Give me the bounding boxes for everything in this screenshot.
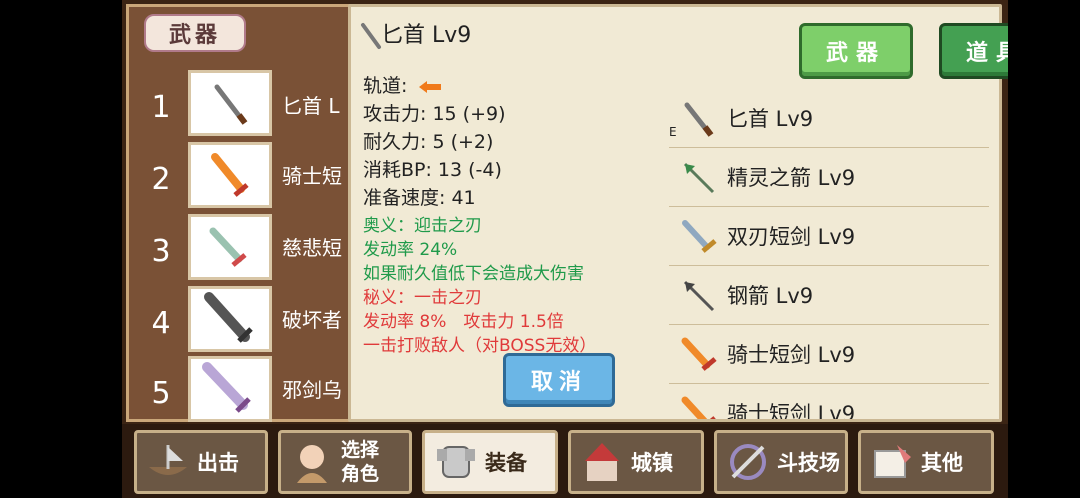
slot-number-5: 5 xyxy=(151,376,171,411)
dagger-icon xyxy=(214,84,248,125)
weapon-slot-4[interactable] xyxy=(188,286,272,352)
nav-select-line2: 角色 xyxy=(341,463,380,485)
nav-arena-button[interactable]: 斗技场 xyxy=(714,430,848,494)
weapon-list: E 匕首 Lv9 精灵之箭 Lv9 双刃短剑 Lv9 钢箭 Lv9 骑士短剑 L… xyxy=(669,89,989,419)
evil-sword-icon xyxy=(202,362,251,413)
weapon-slot-1[interactable] xyxy=(188,70,272,136)
item-label: 骑士短剑 Lv9 xyxy=(727,402,856,419)
list-item[interactable]: 精灵之箭 Lv9 xyxy=(669,148,989,207)
slot-number-4: 4 xyxy=(151,306,171,341)
character-icon xyxy=(297,445,327,483)
bp-cost-stat: 消耗BP: 13 (-4) xyxy=(363,159,502,181)
list-item[interactable]: E 匕首 Lv9 xyxy=(669,89,989,148)
item-label: 精灵之箭 Lv9 xyxy=(727,166,856,190)
slot-number-3: 3 xyxy=(151,234,171,269)
slot-number-2: 2 xyxy=(151,162,171,197)
mercy-sword-icon xyxy=(209,227,247,267)
list-item[interactable]: 骑士短剑 Lv9 xyxy=(669,384,989,419)
secret-skill-desc: 如果耐久值低下会造成大伤害 xyxy=(363,264,584,284)
nav-select-label: 选择 角色 xyxy=(341,438,379,486)
slot-label-1: 匕首 L xyxy=(282,94,340,118)
nav-sortie-button[interactable]: 出击 xyxy=(134,430,268,494)
ship-icon xyxy=(149,445,187,475)
item-label: 双刃短剑 Lv9 xyxy=(727,225,856,249)
arena-icon xyxy=(730,444,766,480)
list-item[interactable]: 骑士短剑 Lv9 xyxy=(669,325,989,384)
twin-blade-icon xyxy=(682,220,717,253)
destroyer-sword-icon xyxy=(204,292,253,343)
cancel-button[interactable]: 取消 xyxy=(503,353,615,407)
list-item[interactable]: 钢箭 Lv9 xyxy=(669,266,989,325)
slot-label-2: 骑士短 xyxy=(282,164,342,188)
knight-sword-icon xyxy=(211,153,249,197)
ready-speed-stat: 准备速度: 41 xyxy=(363,187,476,209)
orbit-arrow-icon xyxy=(419,80,442,93)
town-icon xyxy=(585,443,619,481)
hidden-skill-rate: 发动率 8% 攻击力 1.5倍 xyxy=(363,312,564,332)
item-label: 钢箭 Lv9 xyxy=(727,284,814,308)
tab-weapon[interactable]: 武器 xyxy=(799,23,913,79)
slot-label-3: 慈悲短 xyxy=(282,236,342,260)
item-label: 骑士短剑 Lv9 xyxy=(727,343,856,367)
scroll-icon xyxy=(874,445,911,478)
weapon-slot-2[interactable] xyxy=(188,142,272,208)
secret-skill-name: 奥义：迎击之刃 xyxy=(363,216,482,236)
slot-label-5: 邪剑乌 xyxy=(282,378,342,402)
list-item[interactable]: 双刃短剑 Lv9 xyxy=(669,207,989,266)
nav-equip-label: 装备 xyxy=(485,451,527,475)
nav-town-button[interactable]: 城镇 xyxy=(568,430,704,494)
weapon-slot-3[interactable] xyxy=(188,214,272,280)
weapon-tab-label: 武器 xyxy=(144,14,246,52)
equipped-badge: E xyxy=(669,125,677,139)
nav-select-line1: 选择 xyxy=(341,439,380,461)
elf-arrow-icon xyxy=(683,162,715,194)
knight-sword-icon xyxy=(681,337,717,371)
knight-sword-icon xyxy=(681,396,716,419)
dagger-icon xyxy=(361,23,381,49)
orbit-row: 轨道: xyxy=(363,71,443,98)
tab-item[interactable]: 道具 xyxy=(939,23,1008,79)
nav-other-button[interactable]: 其他 xyxy=(858,430,994,494)
dagger-icon xyxy=(684,102,714,137)
durability-stat: 耐久力: 5 (+2) xyxy=(363,131,494,153)
nav-select-character-button[interactable]: 选择 角色 xyxy=(278,430,412,494)
secret-skill-rate: 发动率 24% xyxy=(363,240,458,260)
steel-arrow-icon xyxy=(683,280,715,312)
slot-number-1: 1 xyxy=(151,90,171,125)
armor-icon xyxy=(437,446,475,478)
nav-other-label: 其他 xyxy=(921,451,963,475)
nav-town-label: 城镇 xyxy=(631,451,673,475)
weapon-detail-dialog: 匕首 Lv9 轨道: 攻击力: 15 (+9) 耐久力: 5 (+2) 消耗BP… xyxy=(348,4,1008,422)
slot-label-4: 破坏者 xyxy=(282,308,342,332)
nav-sortie-label: 出击 xyxy=(197,451,239,475)
nav-arena-label: 斗技场 xyxy=(777,451,840,475)
attack-stat: 攻击力: 15 (+9) xyxy=(363,103,506,125)
weapon-title: 匕首 Lv9 xyxy=(381,23,472,48)
item-label: 匕首 Lv9 xyxy=(727,107,814,131)
orbit-label: 轨道: xyxy=(363,75,408,97)
game-screen: 武器 1 匕首 L 2 骑士短 3 慈悲短 4 破坏者 5 邪剑乌 匕首 Lv9… xyxy=(122,0,1008,498)
weapon-slot-5[interactable] xyxy=(188,356,272,422)
hidden-skill-name: 秘义：一击之刃 xyxy=(363,288,482,308)
nav-equip-button[interactable]: 装备 xyxy=(422,430,558,494)
